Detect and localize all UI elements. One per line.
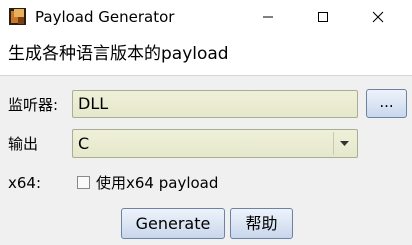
title-bar: Payload Generator [0,0,412,34]
generate-button[interactable]: Generate [121,208,225,239]
maximize-button[interactable] [300,0,346,34]
x64-checkbox[interactable] [77,176,90,189]
browse-button[interactable]: ... [366,89,407,118]
help-button[interactable]: 帮助 [230,208,293,239]
minimize-button[interactable] [245,0,291,34]
header-description: 生成各种语言版本的payload [8,44,229,64]
output-select[interactable]: C [72,129,358,158]
close-icon [372,11,384,23]
listener-field[interactable]: DLL [72,90,358,118]
chevron-down-icon[interactable] [333,132,355,155]
output-select-value: C [78,134,90,153]
close-button[interactable] [355,0,401,34]
maximize-icon [318,12,328,22]
window-title: Payload Generator [35,8,175,26]
x64-checkbox-label[interactable]: 使用x64 payload [96,173,218,193]
x64-label: x64: [8,174,42,192]
listener-label: 监听器: [8,96,59,114]
minimize-icon [263,16,273,18]
form-panel: 监听器: DLL ... 输出 C x64: 使用x64 payload Gen… [0,76,412,245]
app-icon [9,8,26,25]
header-banner: 生成各种语言版本的payload [0,34,412,76]
output-label: 输出 [8,135,39,153]
payload-generator-window: Payload Generator 生成各种语言版本的payload 监听器: … [0,0,412,245]
